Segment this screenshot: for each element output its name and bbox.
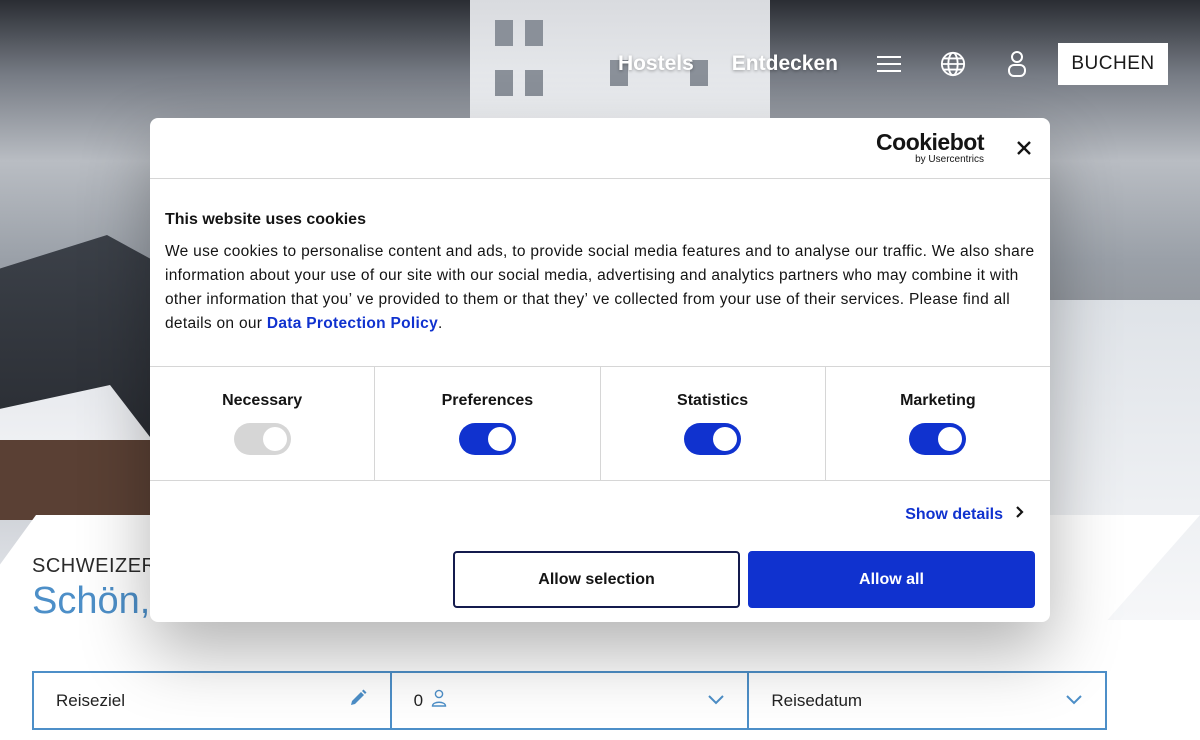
travel-date-selector[interactable]: Reisedatum: [749, 673, 1105, 728]
category-preferences: Preferences: [375, 367, 601, 480]
hamburger-menu-icon[interactable]: [876, 51, 902, 77]
brand-sub: by Usercentrics: [915, 154, 984, 165]
show-details-label: Show details: [905, 505, 1003, 523]
category-label: Preferences: [441, 392, 534, 409]
nav-link-entdecken[interactable]: Entdecken: [732, 52, 838, 76]
category-statistics: Statistics: [601, 367, 826, 480]
allow-all-button[interactable]: Allow all: [748, 551, 1035, 608]
statistics-toggle[interactable]: [684, 423, 742, 455]
description-end: .: [438, 315, 443, 332]
top-navigation: Hostels Entdecken BUCHEN: [618, 42, 1168, 86]
user-icon[interactable]: [1004, 51, 1030, 77]
category-label: Statistics: [677, 392, 749, 409]
booking-search-bar: Reiseziel 0 Reisedatum: [32, 671, 1107, 730]
category-label: Necessary: [222, 392, 303, 409]
destination-field[interactable]: Reiseziel: [34, 673, 392, 728]
dialog-title: This website uses cookies: [165, 211, 366, 228]
hero-house: [0, 440, 150, 520]
dialog-body: This website uses cookies We use cookies…: [150, 179, 1050, 367]
chevron-right-icon: [1015, 505, 1024, 524]
allow-selection-button[interactable]: Allow selection: [453, 551, 740, 608]
category-marketing: Marketing: [826, 367, 1050, 480]
travel-date-label: Reisedatum: [771, 690, 863, 710]
dialog-header: Cookiebot by Usercentrics: [150, 118, 1050, 179]
brand-name: Cookiebot: [876, 129, 984, 155]
book-button[interactable]: BUCHEN: [1058, 43, 1168, 85]
preferences-toggle[interactable]: [458, 423, 516, 455]
necessary-toggle: [233, 423, 291, 455]
guests-count: 0: [413, 690, 424, 710]
marketing-toggle[interactable]: [909, 423, 967, 455]
data-protection-policy-link[interactable]: Data Protection Policy: [267, 315, 438, 332]
destination-label: Reiseziel: [56, 690, 125, 710]
hero-eyebrow: SCHWEIZER: [32, 555, 157, 577]
cookiebot-logo: Cookiebot by Usercentrics: [876, 130, 984, 165]
category-necessary: Necessary: [150, 367, 376, 480]
cookie-consent-dialog: Cookiebot by Usercentrics This website u…: [150, 118, 1050, 622]
dialog-description: We use cookies to personalise content an…: [165, 240, 1035, 336]
person-icon: [431, 689, 447, 712]
guests-selector[interactable]: 0: [392, 673, 750, 728]
consent-categories: Necessary Preferences Statistics Marketi…: [150, 367, 1050, 481]
chevron-down-icon: [1065, 691, 1083, 711]
show-details-link[interactable]: Show details: [905, 505, 1024, 524]
pencil-icon: [348, 688, 368, 713]
hero-headline: Schön,: [32, 580, 151, 622]
globe-icon[interactable]: [940, 51, 966, 77]
close-icon[interactable]: [1014, 138, 1034, 158]
dialog-footer: Show details Allow selection Allow all: [150, 481, 1050, 622]
nav-link-hostels[interactable]: Hostels: [618, 52, 694, 76]
category-label: Marketing: [900, 392, 976, 409]
chevron-down-icon: [707, 691, 725, 711]
